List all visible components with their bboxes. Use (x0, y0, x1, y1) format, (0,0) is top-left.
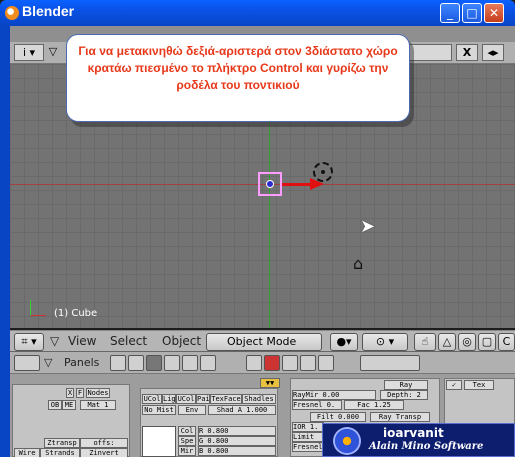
window-title: Blender (22, 3, 75, 19)
3d-view-header: ⌗ ▾ ▽ View Select Object Object Mode ●▾ … (10, 330, 515, 352)
rotate-manipulator-icon[interactable]: ◎ (458, 333, 476, 351)
nodes-button[interactable]: Nodes (86, 388, 110, 398)
wire-button[interactable]: Wire (14, 448, 40, 457)
author-watermark: ioarvanit Alain Mino Software (322, 423, 515, 457)
unlink-x-button[interactable]: X (66, 388, 74, 398)
collapse-arrow-icon[interactable]: ▽ (44, 356, 52, 369)
depth-field[interactable]: Depth: 2 (380, 390, 428, 400)
texture-channel-check[interactable]: ✓ (446, 380, 462, 390)
vcol-light-button[interactable]: UCol (142, 394, 162, 404)
radiosity-buttons-icon[interactable] (300, 355, 316, 371)
ior-slider[interactable]: IOR 1. (292, 422, 324, 432)
panels-label: Panels (64, 356, 100, 369)
pivot-button[interactable]: ⊙ ▾ (362, 333, 408, 351)
menu-view[interactable]: View (68, 334, 96, 348)
maximize-button[interactable]: □ (462, 3, 482, 23)
watermark-studio: Alain Mino Software (369, 441, 484, 452)
env-button[interactable]: Env (178, 405, 206, 415)
ray-mir-slider[interactable]: RayMir 0.00 (292, 390, 376, 400)
screen-delete-button[interactable]: X (456, 44, 478, 61)
red-slider[interactable]: R 0.800 (198, 426, 276, 436)
instruction-callout: Για να μετακινηθώ δεξιά-αριστερά στον 3δ… (66, 34, 410, 122)
texture-buttons-icon[interactable] (282, 355, 298, 371)
blender-logo-icon (5, 6, 19, 20)
callout-text: Για να μετακινηθώ δεξιά-αριστερά στον 3δ… (78, 44, 398, 92)
studio-emblem-icon (333, 427, 361, 455)
translate-manipulator-icon[interactable]: △ (438, 333, 456, 351)
close-button[interactable]: ✕ (484, 3, 504, 23)
fac-slider[interactable]: Fac 1.25 (344, 400, 404, 410)
info-window-type-button[interactable]: i ▾ (14, 44, 44, 61)
window-titlebar[interactable]: Blender _ □ ✕ (0, 0, 515, 26)
mouse-pointer-icon: ➤ (360, 216, 376, 237)
collapse-arrow-icon[interactable]: ▽ (46, 44, 60, 61)
active-object-label: (1) Cube (54, 308, 98, 319)
x-transform-arrow-shaft (282, 183, 312, 186)
manipulator-space-button[interactable]: C (498, 333, 515, 351)
editing-context-icon[interactable] (182, 355, 198, 371)
watermark-author: ioarvanit (383, 426, 444, 440)
zoffset-field[interactable]: offs: 0.000 (80, 438, 128, 455)
scene-browse-button[interactable]: ◂▸ (482, 44, 504, 61)
collapse-arrow-icon[interactable]: ▽ (50, 334, 59, 348)
blue-slider[interactable]: B 0.800 (198, 446, 276, 456)
minimize-button[interactable]: _ (440, 3, 460, 23)
green-slider[interactable]: G 0.800 (198, 436, 276, 446)
window-type-button[interactable]: ⌗ ▾ (14, 333, 44, 351)
filt-slider[interactable]: Filt 0.000 (310, 412, 366, 422)
world-buttons-icon[interactable] (318, 355, 334, 371)
ray-mirror-button[interactable]: Ray Mirror (384, 380, 428, 397)
lamp-buttons-icon[interactable] (246, 355, 262, 371)
mir-tab[interactable]: Mir (178, 446, 196, 456)
draw-type-button[interactable]: ●▾ (330, 333, 358, 351)
material-buttons-icon[interactable] (264, 355, 280, 371)
panel-arrows-icon[interactable]: ▼▼ (260, 378, 280, 388)
shading-context-icon[interactable] (146, 355, 162, 371)
zinvert-button[interactable]: Zinvert (80, 448, 128, 457)
buttons-window-type-button[interactable] (14, 355, 40, 371)
no-mist-button[interactable]: No Mist (142, 405, 176, 415)
material-color-swatch[interactable] (142, 426, 176, 457)
object-context-icon[interactable] (164, 355, 180, 371)
vcol-paint-button[interactable]: UCol (176, 394, 196, 404)
object-center-dot (266, 180, 274, 188)
fresnel-slider[interactable]: Fresnel 0. (292, 400, 342, 410)
shadow-alpha-field[interactable]: Shad A 1.000 (208, 405, 276, 415)
menu-object[interactable]: Object (162, 334, 201, 348)
strands-button[interactable]: Strands (40, 448, 80, 457)
buttons-header: ▽ Panels (10, 352, 515, 374)
fake-user-button[interactable]: F (76, 388, 84, 398)
limit-slider[interactable]: Limit 0. (292, 432, 324, 449)
window-frame-left (0, 26, 10, 457)
ray-transp-button[interactable]: Ray Transp (370, 412, 430, 422)
ob-button[interactable]: OB (48, 400, 62, 410)
scene-context-icon[interactable] (200, 355, 216, 371)
col-tab[interactable]: Col (178, 426, 196, 436)
script-context-icon[interactable] (128, 355, 144, 371)
logic-context-icon[interactable] (110, 355, 126, 371)
tex-tab[interactable]: Tex (464, 380, 494, 390)
texface-button[interactable]: TexFace (210, 394, 242, 404)
lamp-object-icon[interactable]: ⌂ (353, 254, 363, 273)
menu-select[interactable]: Select (110, 334, 147, 348)
material-index-field[interactable]: Mat 1 (80, 400, 116, 410)
vcol-paint-toggle[interactable]: Pai (196, 394, 210, 404)
fresnel-transp-slider[interactable]: Fresnel (292, 442, 324, 452)
me-button[interactable]: ME (62, 400, 76, 410)
axis-gizmo-icon (30, 300, 46, 316)
vcol-light-toggle[interactable]: Lig (162, 394, 176, 404)
shadeless-button[interactable]: Shadles (242, 394, 276, 404)
manipulator-hand-icon[interactable]: ☝ (414, 333, 436, 351)
mode-select[interactable]: Object Mode (206, 333, 322, 351)
spe-tab[interactable]: Spe (178, 436, 196, 446)
scale-manipulator-icon[interactable]: ▢ (478, 333, 496, 351)
ztransp-button[interactable]: Ztransp (44, 438, 80, 448)
3d-cursor-icon (313, 162, 333, 182)
selected-cube-object[interactable] (258, 172, 282, 196)
mode-select-label: Object Mode (227, 335, 297, 348)
panel-scroll-arrows[interactable] (360, 355, 420, 371)
